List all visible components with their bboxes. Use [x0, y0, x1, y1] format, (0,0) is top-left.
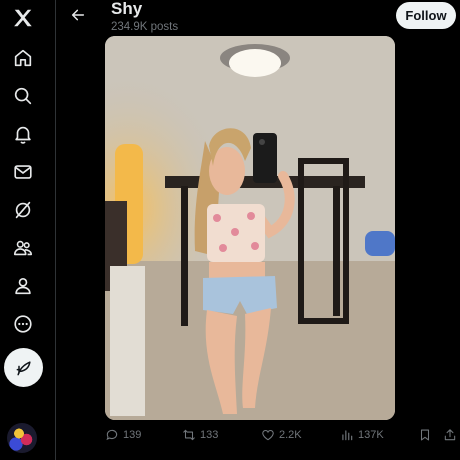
reply-icon [106, 429, 118, 441]
reply-count: 139 [123, 429, 142, 441]
search-icon[interactable] [10, 83, 36, 109]
x-logo-icon[interactable] [10, 5, 36, 31]
heart-icon [262, 430, 274, 441]
share-button[interactable] [443, 428, 457, 442]
post-actions: 139 133 2.2K 137K [57, 428, 460, 448]
sidebar [0, 0, 56, 460]
arrow-left-icon [71, 9, 85, 21]
reply-button[interactable]: 139 [105, 428, 141, 442]
profile-icon[interactable] [10, 273, 36, 299]
share-icon [444, 429, 456, 441]
mail-icon[interactable] [10, 159, 36, 185]
repost-icon [183, 429, 195, 441]
communities-icon[interactable] [10, 235, 36, 261]
repost-button[interactable]: 133 [182, 428, 218, 442]
home-icon[interactable] [10, 45, 36, 71]
bell-icon[interactable] [10, 121, 36, 147]
post-photo[interactable] [105, 36, 395, 420]
view-count: 137K [358, 429, 384, 441]
views-icon [342, 430, 353, 441]
more-icon[interactable] [10, 311, 36, 337]
views-button[interactable]: 137K [340, 428, 384, 442]
post-count: 234.9K posts [111, 21, 179, 33]
bookmark-icon [420, 429, 430, 441]
like-button[interactable]: 2.2K [261, 428, 302, 442]
back-button[interactable] [67, 4, 89, 26]
grok-icon[interactable] [10, 197, 36, 223]
compose-icon [16, 360, 31, 375]
compose-post-button[interactable] [4, 348, 43, 387]
post-view: Shy 234.9K posts Follow 139 133 2.2K 137… [57, 0, 460, 460]
repost-count: 133 [200, 429, 219, 441]
avatar[interactable] [7, 423, 37, 453]
follow-button[interactable]: Follow [396, 2, 456, 29]
page-title: Shy [111, 0, 143, 18]
bookmark-button[interactable] [418, 428, 432, 442]
like-count: 2.2K [279, 429, 302, 441]
